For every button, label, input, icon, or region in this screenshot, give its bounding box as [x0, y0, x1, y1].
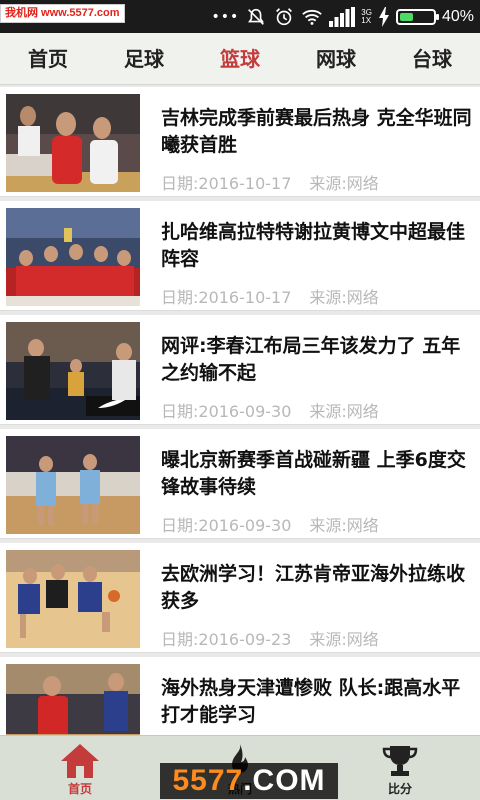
- signal-icon: [329, 7, 356, 27]
- photo-trophy-celebration: [6, 208, 140, 306]
- tab-basketball[interactable]: 篮球: [192, 33, 288, 84]
- photo-coach-courtside: [6, 322, 140, 420]
- tab-billiards[interactable]: 台球: [384, 33, 480, 84]
- news-thumbnail: [6, 208, 140, 306]
- news-thumbnail: [6, 322, 140, 420]
- nav-score[interactable]: 比分: [320, 736, 480, 800]
- news-item[interactable]: 曝北京新赛季首战碰新疆 上季6度交锋故事待续 日期:2016-09-30 来源:网…: [0, 429, 480, 539]
- news-title: 网评:李春江布局三年该发力了 五年之约输不起: [161, 335, 461, 384]
- nav-home[interactable]: 首页: [0, 736, 160, 800]
- news-source: 来源:网络: [309, 174, 379, 193]
- battery-percent: 40%: [441, 8, 474, 25]
- news-item[interactable]: 吉林完成季前赛最后热身 克全华班同曦获首胜 日期:2016-10-17 来源:网络: [0, 87, 480, 197]
- news-date: 日期:2016-09-30: [161, 516, 292, 535]
- news-meta: 日期:2016-10-17 来源:网络: [161, 284, 379, 308]
- wifi-icon: [302, 9, 323, 25]
- news-title: 扎哈维高拉特特谢拉黄博文中超最佳阵容: [161, 221, 466, 270]
- news-thumbnail: [6, 664, 140, 735]
- battery-icon: [395, 9, 439, 25]
- battery-level: [399, 13, 413, 21]
- news-item[interactable]: 去欧洲学习！江苏肯帝亚海外拉练收获多 日期:2016-09-23 来源:网络: [0, 543, 480, 653]
- photo-basketball-players: [6, 94, 140, 192]
- photo-players-on-court: [6, 436, 140, 534]
- news-title: 去欧洲学习！江苏肯帝亚海外拉练收获多: [161, 563, 466, 612]
- tab-football[interactable]: 足球: [96, 33, 192, 84]
- news-date: 日期:2016-09-30: [161, 402, 292, 421]
- home-icon: [61, 744, 99, 778]
- news-date: 日期:2016-09-23: [161, 630, 292, 649]
- news-source: 来源:网络: [309, 402, 379, 421]
- brand-watermark: 5577.COM: [160, 763, 338, 799]
- news-source: 来源:网络: [309, 630, 379, 649]
- news-item[interactable]: 海外热身天津遭惨败 队长:跟高水平打才能学习: [0, 657, 480, 735]
- news-title: 吉林完成季前赛最后热身 克全华班同曦获首胜: [161, 107, 472, 156]
- news-item[interactable]: 网评:李春江布局三年该发力了 五年之约输不起 日期:2016-09-30 来源:网…: [0, 315, 480, 425]
- tab-home[interactable]: 首页: [0, 33, 96, 84]
- news-thumbnail: [6, 550, 140, 648]
- news-meta: 日期:2016-09-23 来源:网络: [161, 626, 379, 650]
- charging-icon: [378, 7, 389, 27]
- news-meta: 日期:2016-09-30 来源:网络: [161, 398, 379, 422]
- news-title: 曝北京新赛季首战碰新疆 上季6度交锋故事待续: [161, 449, 466, 498]
- status-icons: ••• 3G 1X 40%: [212, 4, 474, 30]
- news-meta: 日期:2016-09-30 来源:网络: [161, 512, 379, 536]
- news-date: 日期:2016-10-17: [161, 288, 292, 307]
- news-list: 吉林完成季前赛最后热身 克全华班同曦获首胜 日期:2016-10-17 来源:网络…: [0, 87, 480, 735]
- watermark-prefix: 5577: [172, 764, 244, 797]
- news-title: 海外热身天津遭惨败 队长:跟高水平打才能学习: [161, 677, 461, 726]
- photo-players-driving: [6, 550, 140, 648]
- news-source: 来源:网络: [309, 288, 379, 307]
- news-item[interactable]: 扎哈维高拉特特谢拉黄博文中超最佳阵容 日期:2016-10-17 来源:网络: [0, 201, 480, 311]
- network-type: 3G 1X: [361, 9, 372, 25]
- nav-label-score: 比分: [387, 782, 412, 796]
- network-label-1x: 1X: [361, 16, 372, 25]
- nav-label-home: 首页: [67, 782, 92, 796]
- news-thumbnail: [6, 436, 140, 534]
- mute-icon: [248, 8, 265, 25]
- watermark-suffix: .COM: [243, 764, 326, 797]
- photo-player-in-red: [6, 664, 140, 735]
- news-meta: 日期:2016-10-17 来源:网络: [161, 170, 379, 194]
- news-date: 日期:2016-10-17: [161, 174, 292, 193]
- news-source: 来源:网络: [309, 516, 379, 535]
- more-dots-icon: •••: [211, 9, 240, 25]
- status-bar: 17:24 我机网 www.5577.com ••• 3G 1X: [0, 0, 480, 33]
- news-thumbnail: [6, 94, 140, 192]
- tab-tennis[interactable]: 网球: [288, 33, 384, 84]
- alarm-icon: [276, 8, 293, 26]
- site-watermark: 我机网 www.5577.com: [0, 4, 125, 23]
- trophy-icon: [382, 746, 418, 776]
- category-tabs: 首页 足球 篮球 网球 台球: [0, 33, 480, 85]
